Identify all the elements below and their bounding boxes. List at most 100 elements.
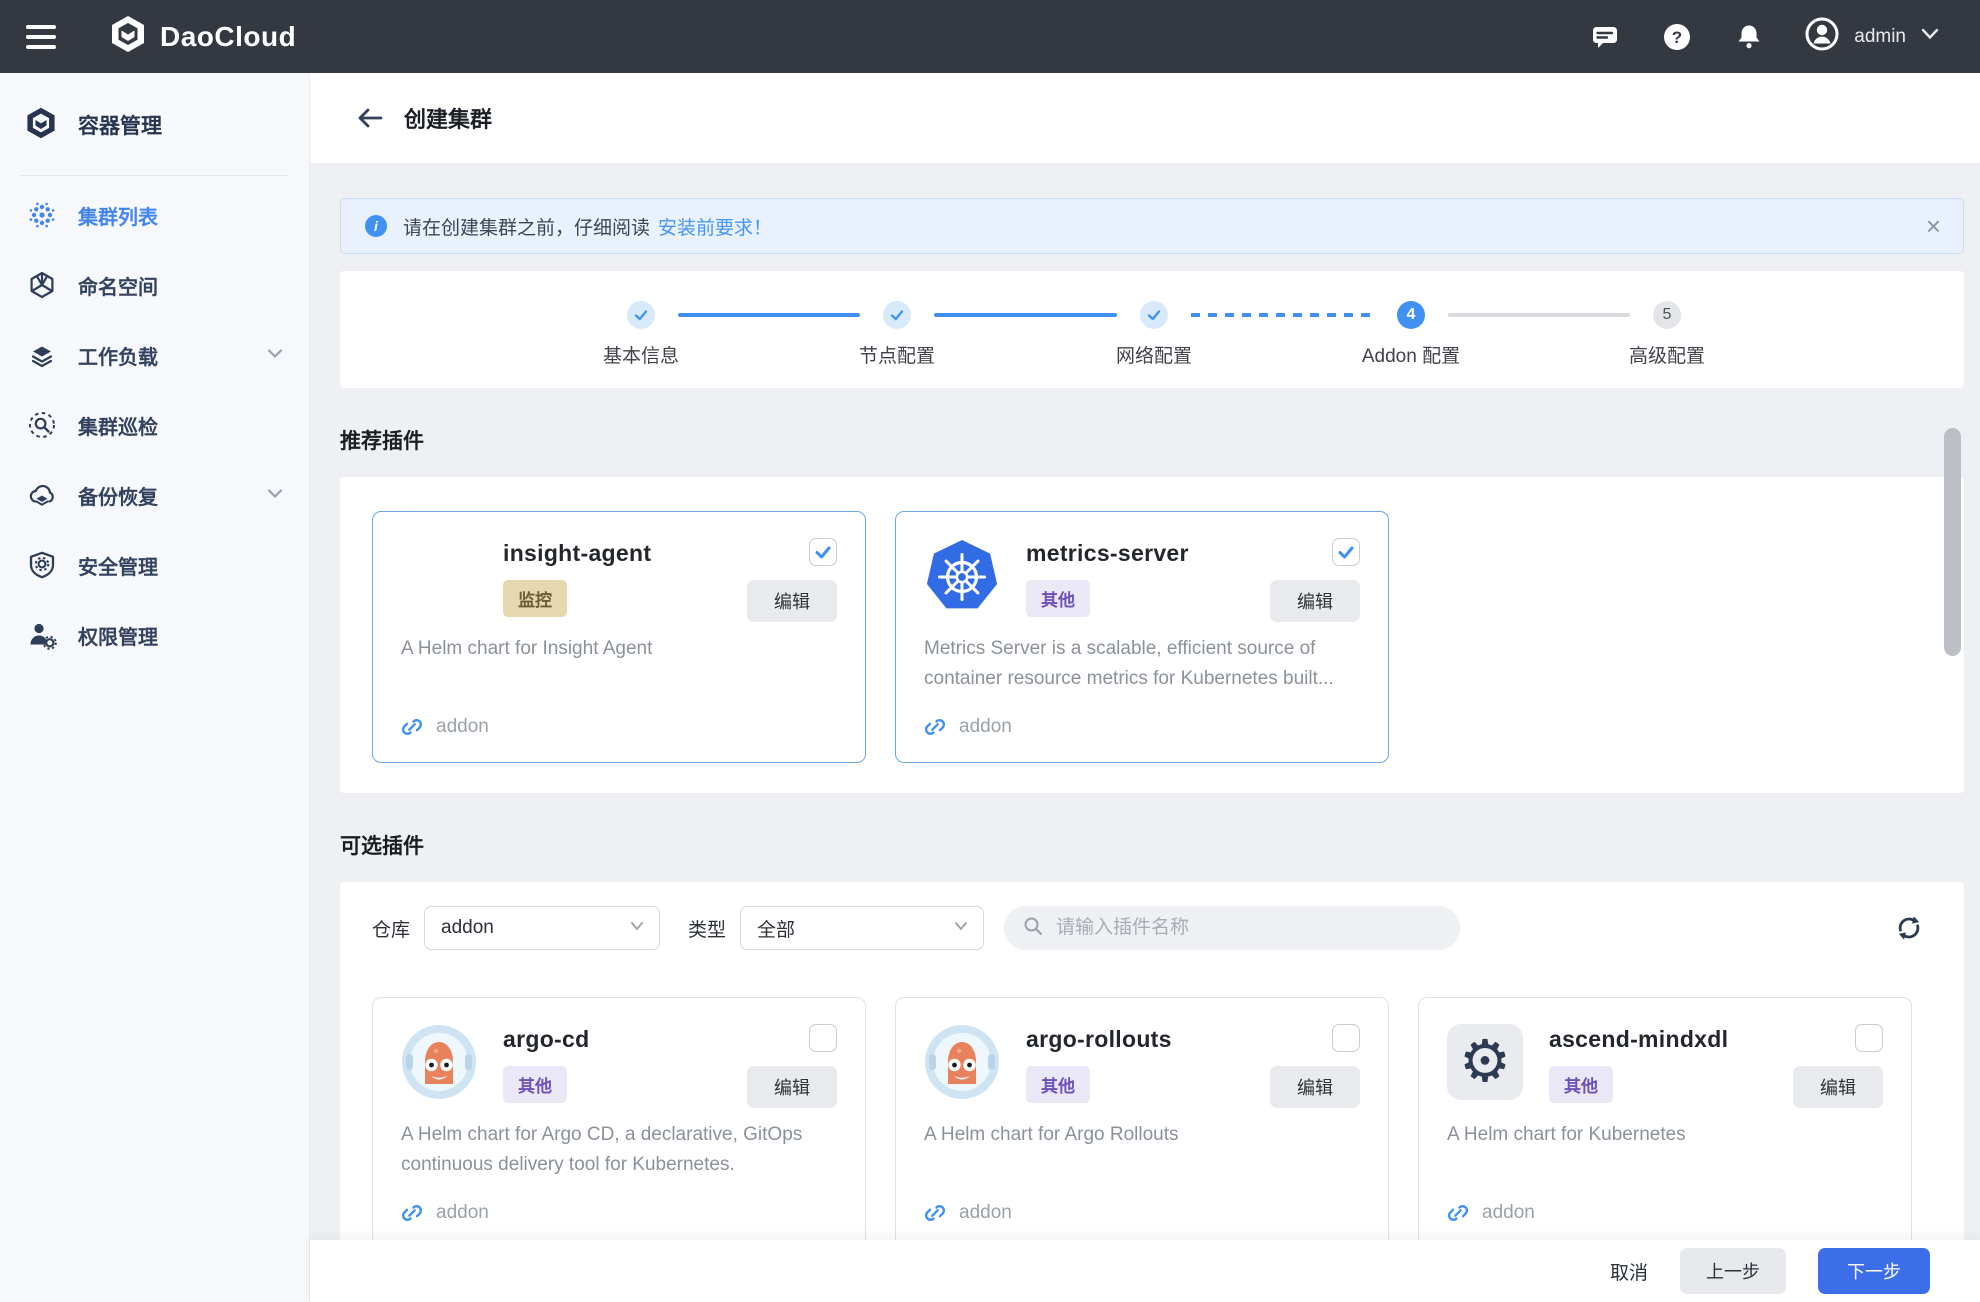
edit-button[interactable]: 编辑 — [1270, 1066, 1360, 1108]
kubernetes-icon — [924, 538, 1000, 614]
link-icon — [401, 1202, 423, 1224]
step-basic-info[interactable]: 基本信息 — [541, 271, 741, 368]
plugin-checkbox[interactable] — [809, 538, 837, 566]
step-connector — [934, 313, 1117, 317]
plugin-description: A Helm chart for Insight Agent — [401, 634, 837, 664]
plugin-card-argo-rollouts[interactable]: argo-rollouts 其他 编辑 A Helm chart for Arg… — [895, 997, 1389, 1249]
sidebar-item-label: 集群列表 — [78, 201, 158, 230]
cancel-button[interactable]: 取消 — [1610, 1258, 1648, 1285]
user-menu[interactable]: admin — [1804, 16, 1940, 57]
backup-cloud-icon — [26, 479, 58, 511]
step-number: 4 — [1397, 301, 1425, 329]
argo-icon — [924, 1024, 1000, 1100]
page-title: 创建集群 — [404, 102, 492, 134]
plugin-checkbox[interactable] — [1332, 1024, 1360, 1052]
repo-select[interactable]: addon — [424, 906, 660, 950]
plugin-title: argo-rollouts — [1026, 1026, 1360, 1053]
plugin-description: A Helm chart for Argo CD, a declarative,… — [401, 1120, 837, 1180]
search-icon — [1022, 915, 1044, 942]
step-connector-pending — [1448, 313, 1630, 317]
sidebar-item-security-mgmt[interactable]: 安全管理 — [0, 530, 309, 600]
edit-button[interactable]: 编辑 — [1793, 1066, 1883, 1108]
plugin-card-argo-cd[interactable]: argo-cd 其他 编辑 A Helm chart for Argo CD, … — [372, 997, 866, 1249]
brand-name: DaoCloud — [160, 21, 296, 53]
sidebar-item-label: 工作负载 — [78, 341, 158, 370]
sidebar-section-container-mgmt[interactable]: 容器管理 — [0, 89, 309, 161]
sidebar-item-label: 集群巡检 — [78, 411, 158, 440]
cluster-dots-icon — [26, 199, 58, 231]
sidebar-item-label: 命名空间 — [78, 271, 158, 300]
step-addon-config[interactable]: 4 Addon 配置 — [1311, 271, 1511, 368]
user-gear-icon — [26, 619, 58, 651]
username: admin — [1854, 26, 1906, 48]
plugin-description: A Helm chart for Argo Rollouts — [924, 1120, 1360, 1150]
step-number: 5 — [1653, 301, 1681, 329]
search-input[interactable] — [1056, 917, 1442, 939]
optional-cards-row: argo-cd 其他 编辑 A Helm chart for Argo CD, … — [372, 950, 1932, 1279]
bell-icon[interactable] — [1732, 20, 1766, 54]
close-icon[interactable]: × — [1926, 213, 1941, 239]
insight-agent-icon-placeholder — [401, 538, 477, 614]
gear-icon: ⚙ — [1447, 1024, 1523, 1100]
wizard-footer: 取消 上一步 下一步 — [310, 1240, 1980, 1302]
chevron-down-icon — [265, 484, 285, 507]
addon-repo-link[interactable]: addon — [1447, 1202, 1535, 1224]
sidebar-item-permissions[interactable]: 权限管理 — [0, 600, 309, 670]
cube-icon — [24, 106, 58, 145]
plugin-card-insight-agent[interactable]: insight-agent 监控 编辑 A Helm chart for Ins… — [372, 511, 866, 763]
pre-install-requirements-link[interactable]: 安装前要求！ — [658, 213, 772, 240]
stepper: 基本信息 节点配置 网络配置 4 Addon 配置 — [340, 271, 1964, 388]
plugin-checkbox[interactable] — [1332, 538, 1360, 566]
step-connector — [678, 313, 860, 317]
previous-step-button[interactable]: 上一步 — [1680, 1248, 1786, 1294]
edit-button[interactable]: 编辑 — [747, 580, 837, 622]
addon-repo-link[interactable]: addon — [924, 1202, 1012, 1224]
plugin-title: metrics-server — [1026, 540, 1360, 567]
avatar-icon — [1804, 16, 1840, 57]
step-node-config[interactable]: 节点配置 — [797, 271, 997, 368]
plugin-title: argo-cd — [503, 1026, 837, 1053]
chat-icon[interactable] — [1588, 20, 1622, 54]
menu-icon[interactable] — [26, 24, 60, 50]
recommended-plugins-panel: insight-agent 监控 编辑 A Helm chart for Ins… — [340, 477, 1964, 793]
sidebar-item-cluster-list[interactable]: 集群列表 — [0, 180, 309, 250]
plugin-card-metrics-server[interactable]: metrics-server 其他 编辑 Metrics Server is a… — [895, 511, 1389, 763]
plugin-card-ascend-mindxdl[interactable]: ⚙ ascend-mindxdl 其他 编辑 — [1418, 997, 1912, 1249]
sidebar-item-namespace[interactable]: 命名空间 — [0, 250, 309, 320]
scrollbar-thumb[interactable] — [1944, 428, 1961, 656]
sidebar-item-label: 安全管理 — [78, 551, 158, 580]
plugin-description: Metrics Server is a scalable, efficient … — [924, 634, 1360, 694]
plugin-checkbox[interactable] — [1855, 1024, 1883, 1052]
svg-text:?: ? — [1672, 28, 1682, 47]
next-step-button[interactable]: 下一步 — [1818, 1248, 1930, 1294]
main-content: i 请在创建集群之前，仔细阅读 安装前要求！ × 基本信息 节点配置 — [310, 163, 1980, 1302]
help-icon[interactable]: ? — [1660, 20, 1694, 54]
back-arrow-icon[interactable] — [356, 103, 386, 133]
plugin-search[interactable] — [1004, 906, 1460, 950]
sidebar-item-backup-restore[interactable]: 备份恢复 — [0, 460, 309, 530]
type-select[interactable]: 全部 — [740, 906, 984, 950]
addon-repo-link[interactable]: addon — [401, 1202, 489, 1224]
chevron-down-icon — [953, 919, 969, 937]
banner-text: 请在创建集群之前，仔细阅读 — [403, 213, 650, 240]
top-bar: DaoCloud ? — [0, 0, 1980, 73]
sidebar-item-cluster-inspection[interactable]: 集群巡检 — [0, 390, 309, 460]
link-icon — [924, 1202, 946, 1224]
sidebar-item-label: 备份恢复 — [78, 481, 158, 510]
category-tag: 监控 — [503, 580, 567, 617]
addon-repo-link[interactable]: addon — [401, 716, 489, 738]
link-icon — [401, 716, 423, 738]
edit-button[interactable]: 编辑 — [1270, 580, 1360, 622]
link-icon — [1447, 1202, 1469, 1224]
step-advanced-config[interactable]: 5 高级配置 — [1567, 271, 1767, 368]
sidebar-item-label: 权限管理 — [78, 621, 158, 650]
edit-button[interactable]: 编辑 — [747, 1066, 837, 1108]
plugin-checkbox[interactable] — [809, 1024, 837, 1052]
addon-repo-link[interactable]: addon — [924, 716, 1012, 738]
chevron-down-icon — [629, 919, 645, 937]
step-network-config[interactable]: 网络配置 — [1054, 271, 1254, 368]
sidebar-item-workloads[interactable]: 工作负载 — [0, 320, 309, 390]
refresh-icon[interactable] — [1892, 911, 1926, 945]
optional-plugins-heading: 可选插件 — [340, 830, 1964, 860]
step-check-icon — [883, 301, 911, 329]
